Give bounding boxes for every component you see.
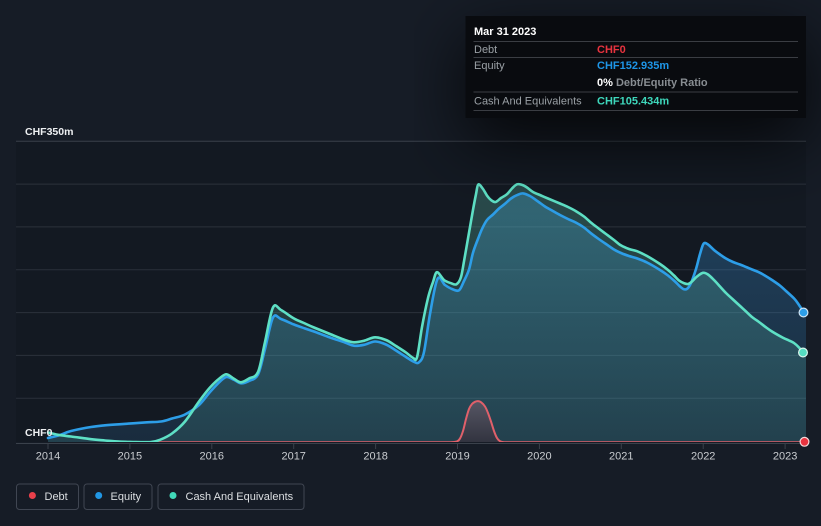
svg-text:2023: 2023 bbox=[773, 451, 797, 463]
svg-text:Equity: Equity bbox=[111, 491, 142, 503]
svg-text:Equity: Equity bbox=[474, 60, 505, 72]
svg-text:2016: 2016 bbox=[200, 451, 224, 463]
svg-text:2015: 2015 bbox=[118, 451, 142, 463]
svg-text:CHF0: CHF0 bbox=[25, 427, 53, 439]
svg-text:2022: 2022 bbox=[691, 451, 715, 463]
svg-text:CHF152.935m: CHF152.935m bbox=[597, 60, 669, 72]
svg-text:CHF350m: CHF350m bbox=[25, 126, 73, 138]
svg-text:Debt: Debt bbox=[474, 44, 497, 56]
svg-text:Cash And Equivalents: Cash And Equivalents bbox=[186, 491, 294, 503]
svg-text:2020: 2020 bbox=[527, 451, 551, 463]
svg-text:CHF0: CHF0 bbox=[597, 44, 626, 56]
svg-text:2014: 2014 bbox=[36, 451, 60, 463]
svg-text:Cash And Equivalents: Cash And Equivalents bbox=[474, 96, 582, 108]
svg-text:Mar 31 2023: Mar 31 2023 bbox=[474, 26, 536, 38]
svg-text:0% Debt/Equity Ratio: 0% Debt/Equity Ratio bbox=[597, 77, 708, 89]
svg-text:2017: 2017 bbox=[281, 451, 305, 463]
svg-text:Debt: Debt bbox=[45, 491, 68, 503]
svg-text:2018: 2018 bbox=[363, 451, 387, 463]
svg-text:2021: 2021 bbox=[609, 451, 633, 463]
svg-text:2019: 2019 bbox=[445, 451, 469, 463]
svg-text:CHF105.434m: CHF105.434m bbox=[597, 96, 669, 108]
